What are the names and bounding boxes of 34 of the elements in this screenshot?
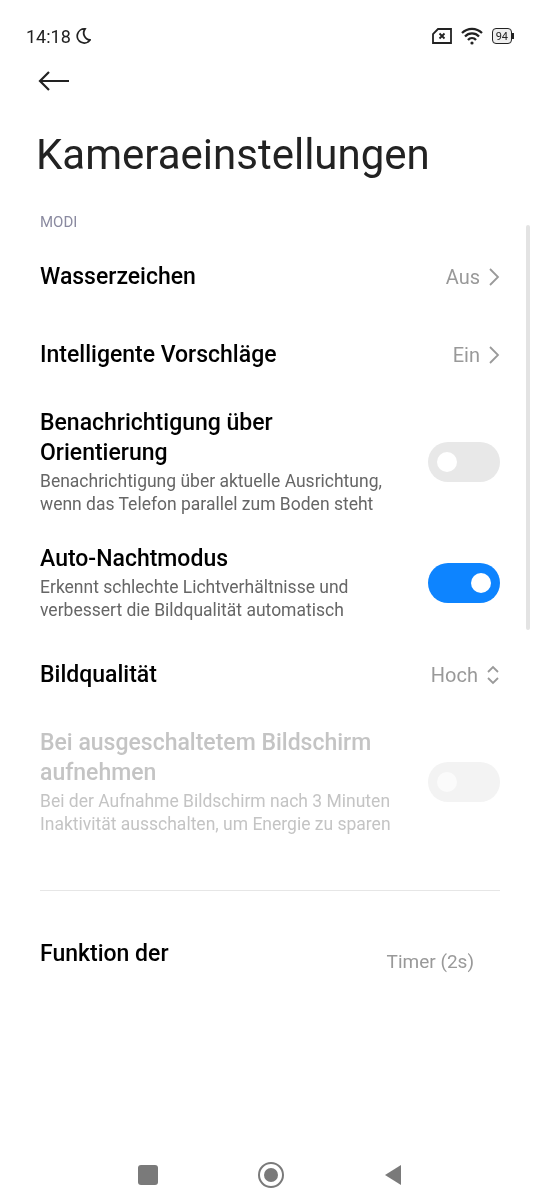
setting-title: Bei ausgeschaltetem Bildschirm aufnehmen: [40, 728, 373, 788]
settings-row[interactable]: Auto-Nachtmodus Erkennt schlechte Lichtverhältnisse und verbessert die Bildqualität automatisch: [40, 530, 500, 636]
setting-title: Intelligente Vorschläge: [40, 340, 277, 370]
moon-icon: [74, 27, 91, 45]
page-title: Kameraeinstellungen: [35, 130, 431, 180]
setting-description: Bei der Aufnahme Bildschirm nach 3 Minuten Inaktivität ausschalten, um Energie zu sparen: [40, 790, 392, 836]
back-arrow-icon[interactable]: [38, 70, 70, 92]
home-button[interactable]: [258, 1162, 284, 1188]
battery-icon: 94: [491, 28, 514, 44]
up-down-icon: [486, 663, 500, 687]
settings-row[interactable]: Wasserzeichen Aus: [40, 238, 500, 316]
chevron-right-icon: [488, 345, 500, 365]
recents-button[interactable]: [138, 1165, 158, 1185]
settings-row[interactable]: Intelligente Vorschläge Ein: [40, 316, 500, 394]
setting-value: Timer (2s): [386, 951, 474, 973]
back-button[interactable]: [384, 1164, 402, 1186]
setting-value: Aus: [445, 264, 480, 291]
settings-row[interactable]: Benachrichtigung über Orientierung Benachrichtigung über aktuelle Ausrichtung, wenn das Telefon parallel zum Boden steht: [40, 394, 500, 530]
wifi-icon: [459, 27, 484, 45]
setting-description: Benachrichtigung über aktuelle Ausrichtung, wenn das Telefon parallel zum Boden steht: [40, 470, 383, 516]
chevron-right-icon: [488, 267, 500, 287]
sim-icon: [431, 28, 452, 44]
setting-title: Auto-Nachtmodus: [40, 544, 229, 574]
setting-title: Wasserzeichen: [40, 262, 196, 292]
setting-title: Benachrichtigung über Orientierung: [40, 408, 274, 468]
status-time: 14:18: [26, 24, 71, 49]
setting-value: Hoch: [430, 662, 478, 689]
setting-value: Ein: [452, 342, 480, 369]
setting-description: Erkennt schlechte Lichtverhältnisse und verbessert die Bildqualität automatisch: [40, 576, 350, 622]
setting-title: Bildqualität: [40, 660, 157, 690]
toggle-switch[interactable]: [428, 563, 500, 603]
settings-row[interactable]: Bildqualität Hoch: [40, 636, 500, 714]
section-header: MODI: [40, 213, 78, 231]
setting-title: Funktion der: [40, 939, 169, 969]
